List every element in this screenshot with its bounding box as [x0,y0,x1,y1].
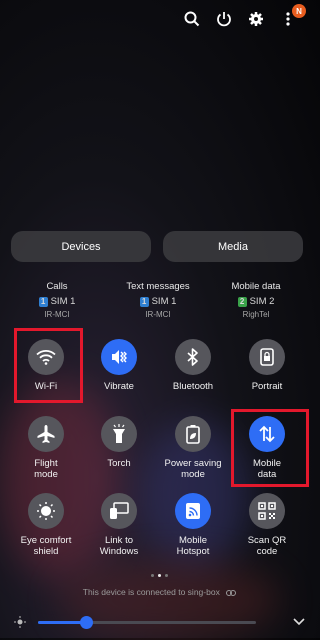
portrait-lock-icon [249,339,285,375]
tile-power-saving-label: Power saving mode [164,458,222,480]
battery-leaf-icon [175,416,211,452]
brightness-slider-fill [38,621,86,624]
sim-number-badge: 1 [139,296,149,307]
brightness-slider-thumb[interactable] [79,616,93,629]
vpn-status-text: This device is connected to sing-box [82,587,220,597]
sim-calls-title: Calls [46,281,68,292]
tile-eye-comfort[interactable]: Eye comfort shield [8,493,84,557]
qr-code-icon [249,493,285,529]
highlight-wifi [14,328,83,403]
notification-badge: N [292,4,306,18]
sim-text-messages[interactable]: Text messages 1 SIM 1 IR-MCI [113,281,203,319]
vibrate-icon [101,339,137,375]
sim-number-badge: 2 [237,296,247,307]
settings-gear-icon[interactable] [245,8,267,30]
sim-label: SIM 1 [50,296,76,307]
brightness-control [14,612,305,632]
search-icon[interactable] [181,8,203,30]
tile-link-windows[interactable]: Link to Windows [81,493,157,557]
devices-button[interactable]: Devices [11,231,151,262]
tile-vibrate[interactable]: Vibrate [81,339,157,392]
sim-label: SIM 1 [151,296,177,307]
sim-label: SIM 2 [249,296,275,307]
sim-data-title: Mobile data [231,281,281,292]
brightness-slider[interactable] [38,616,256,629]
tile-flight-label: Flight mode [34,458,58,480]
tile-scan-qr-label: Scan QR code [247,535,287,557]
tile-hotspot-label: Mobile Hotspot [176,535,210,557]
hotspot-icon [175,493,211,529]
tile-torch-label: Torch [107,458,131,469]
vpn-status[interactable]: This device is connected to sing-box [0,587,319,597]
tile-portrait[interactable]: Portrait [229,339,305,392]
page-dot [151,574,154,577]
page-dot-current [158,574,161,577]
sim-calls[interactable]: Calls 1 SIM 1 IR-MCI [12,281,102,319]
tile-torch[interactable]: Torch [81,416,157,469]
tile-mobile-hotspot[interactable]: Mobile Hotspot [155,493,231,557]
tile-vibrate-label: Vibrate [104,381,134,392]
tile-bluetooth-label: Bluetooth [172,381,214,392]
page-indicator[interactable] [0,574,319,577]
airplane-icon [28,416,64,452]
flashlight-icon [101,416,137,452]
sim-text-title: Text messages [126,281,190,292]
tile-portrait-label: Portrait [251,381,283,392]
tile-bluetooth[interactable]: Bluetooth [155,339,231,392]
tile-flight-mode[interactable]: Flight mode [8,416,84,480]
brightness-sun-icon [14,616,26,628]
highlight-mobile-data [231,409,309,487]
sim-carrier: IR-MCI [44,310,70,319]
page-dot [165,574,168,577]
eye-comfort-icon [28,493,64,529]
tile-eye-comfort-label: Eye comfort shield [20,535,72,557]
sim-carrier: RighTel [242,310,270,319]
link-icon [226,589,237,596]
more-options-icon[interactable]: N [277,4,306,30]
power-icon[interactable] [213,8,235,30]
sim-carrier: IR-MCI [145,310,171,319]
tile-power-saving[interactable]: Power saving mode [155,416,231,480]
chevron-down-icon[interactable] [293,618,305,626]
link-to-windows-icon [101,493,137,529]
sim-mobile-data[interactable]: Mobile data 2 SIM 2 RighTel [211,281,301,319]
bluetooth-icon [175,339,211,375]
tile-link-windows-label: Link to Windows [99,535,139,557]
media-button[interactable]: Media [163,231,303,262]
tile-scan-qr[interactable]: Scan QR code [229,493,305,557]
sim-number-badge: 1 [38,296,48,307]
